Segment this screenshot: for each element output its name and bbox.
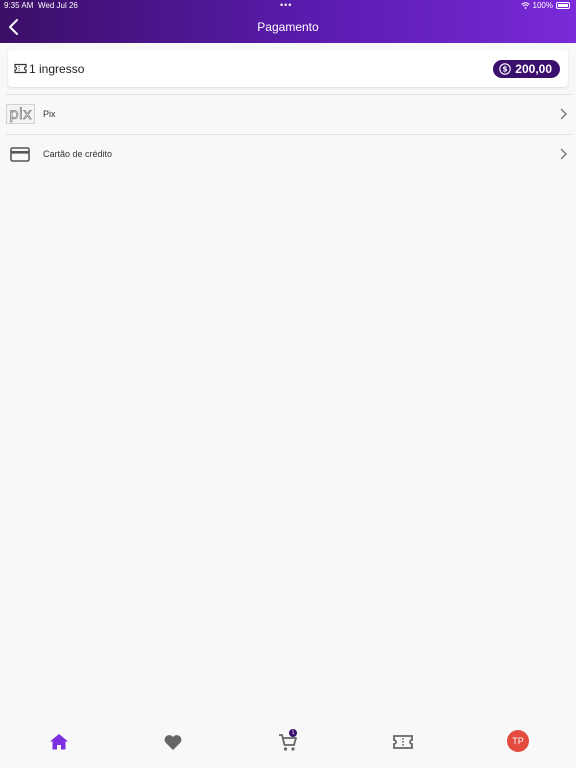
payment-option-credit-card[interactable]: Cartão de crédito [6,134,572,174]
status-right: 100% [520,1,570,10]
wifi-icon [520,2,530,9]
ticket-count: 1 ingresso [29,62,85,76]
heart-icon[interactable] [161,730,185,754]
status-date: Wed Jul 26 [38,1,78,10]
svg-text:$: $ [503,65,508,74]
status-time: 9:35 AM [4,1,34,10]
battery-icon [556,2,570,9]
chevron-right-icon [560,108,567,120]
ticket-summary-card: 1 ingresso $ 200,00 [8,50,568,87]
chevron-right-icon [560,148,567,160]
svg-text:pix: pix [9,105,32,123]
price-badge: $ 200,00 [493,60,560,78]
coin-icon: $ [499,63,512,75]
multitask-dots[interactable]: ••• [280,0,292,10]
battery-percent: 100% [532,1,553,10]
avatar[interactable]: TP [507,730,529,752]
ticket-tab-icon[interactable] [391,730,415,754]
home-icon[interactable] [47,730,71,754]
payment-option-label: Pix [43,109,56,119]
cart-badge: 1 [289,729,297,737]
cart-tab[interactable]: 1 [276,729,300,754]
payment-option-label: Cartão de crédito [43,149,113,159]
price-value: 200,00 [515,62,552,76]
ticket-icon [14,63,27,74]
payment-option-pix[interactable]: pix Pix [6,94,572,134]
pix-logo-icon: pix [6,104,35,124]
top-bar: 9:35 AM Wed Jul 26 ••• 100% Pagamento [0,0,576,43]
bottom-tab-bar: 1 TP [0,722,576,768]
credit-card-icon [10,147,30,162]
page-title: Pagamento [257,20,319,34]
